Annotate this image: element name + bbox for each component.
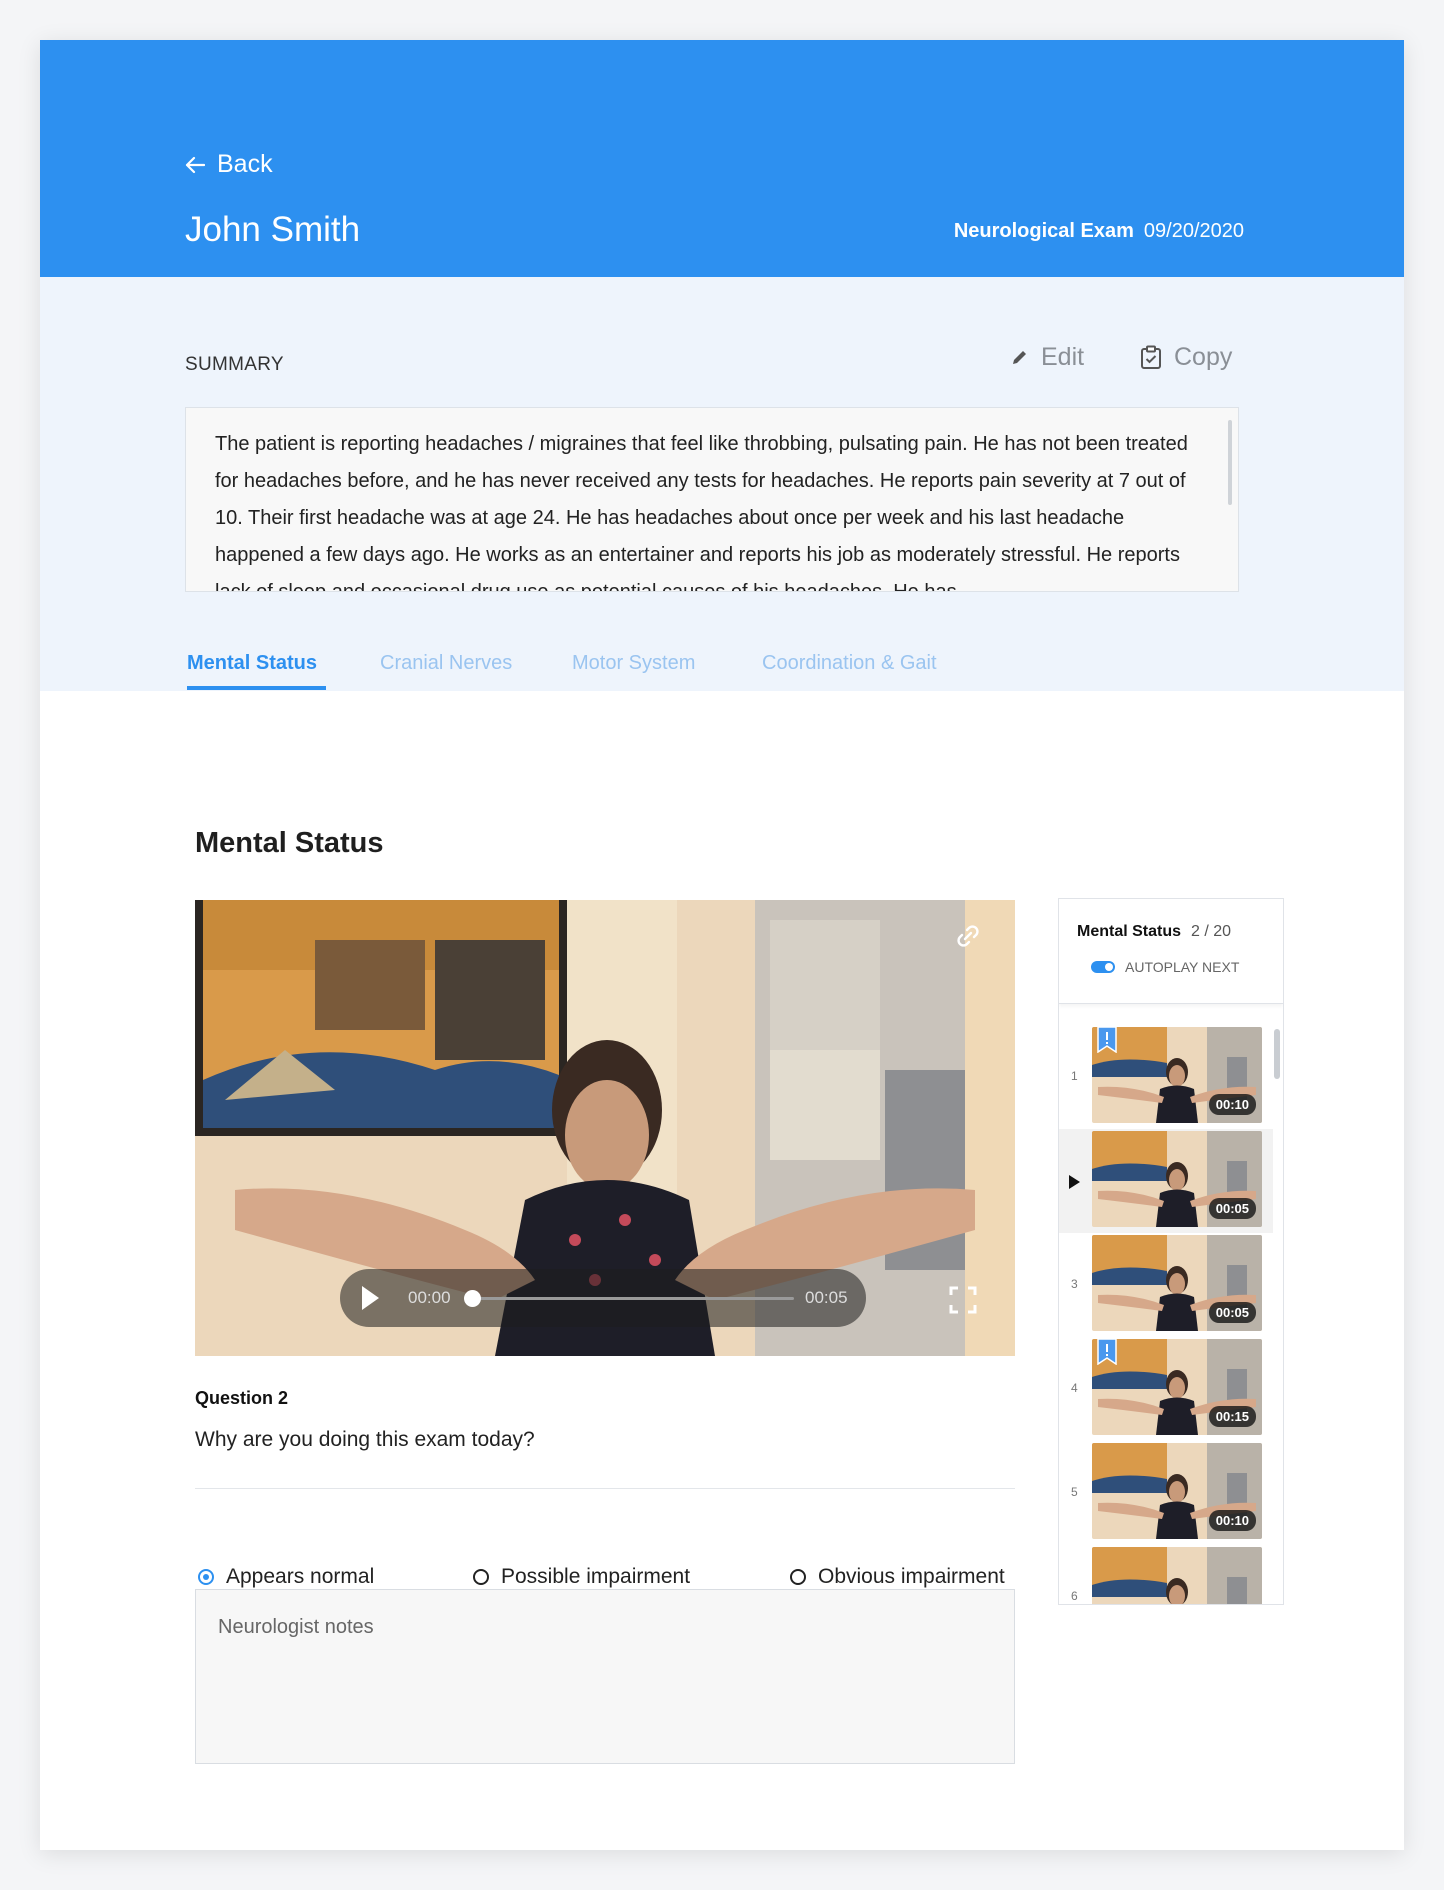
video-thumbnail: 00:05 xyxy=(1092,1235,1262,1331)
current-time: 00:00 xyxy=(408,1288,451,1307)
question-label: Question 2 xyxy=(195,1388,289,1408)
playlist-title: Mental Status 2 / 20 xyxy=(1077,923,1231,941)
radio-label: Obvious impairment xyxy=(818,1565,1005,1588)
radio-appears-normal[interactable]: Appears normal xyxy=(198,1565,374,1589)
total-time: 00:05 xyxy=(805,1288,848,1307)
exam-date: 09/20/2020 xyxy=(1143,220,1244,242)
now-playing-icon xyxy=(1069,1175,1080,1189)
playlist-scrollbar[interactable] xyxy=(1274,1029,1280,1079)
duration-badge: 00:10 xyxy=(1208,1094,1256,1115)
autoplay-label: AUTOPLAY NEXT xyxy=(1125,959,1240,975)
duration-badge: 00:15 xyxy=(1208,1406,1256,1427)
radio-label: Appears normal xyxy=(226,1565,375,1588)
autoplay-toggle[interactable]: AUTOPLAY NEXT xyxy=(1091,959,1239,975)
duration-badge: 00:05 xyxy=(1208,1198,1256,1219)
radio-unselected-icon xyxy=(790,1569,806,1585)
playlist-items: 1 00:10 00:05 3 00:05 4 00:15 5 00:10 6 xyxy=(1059,1025,1283,1604)
pencil-icon xyxy=(1013,351,1026,364)
tab-mental-status[interactable]: Mental Status xyxy=(187,652,317,675)
tab-cranial-nerves[interactable]: Cranial Nerves xyxy=(380,652,512,675)
playlist-item-number: 6 xyxy=(1071,1589,1078,1603)
video-thumbnail xyxy=(1092,1547,1262,1604)
seek-handle[interactable] xyxy=(464,1290,481,1307)
header-bar: Back John Smith Neurological Exam 09/20/2… xyxy=(40,40,1404,277)
playlist-item[interactable]: 5 00:10 xyxy=(1059,1441,1273,1545)
duration-badge: 00:10 xyxy=(1208,1510,1256,1531)
radio-possible-impairment[interactable]: Possible impairment xyxy=(473,1565,690,1589)
copy-label: Copy xyxy=(1174,343,1233,371)
summary-scrollbar[interactable] xyxy=(1228,420,1232,505)
duration-badge: 00:05 xyxy=(1208,1302,1256,1323)
playlist-item[interactable]: 1 00:10 xyxy=(1059,1025,1273,1129)
summary-box[interactable]: The patient is reporting headaches / mig… xyxy=(185,407,1239,592)
edit-label: Edit xyxy=(1041,343,1085,371)
radio-unselected-icon xyxy=(473,1569,489,1585)
playlist-item-number: 5 xyxy=(1071,1485,1078,1499)
patient-name: John Smith xyxy=(185,210,361,249)
video-thumbnail: 00:10 xyxy=(1092,1027,1262,1123)
link-icon[interactable] xyxy=(954,922,982,950)
playlist-item-number: 4 xyxy=(1071,1381,1078,1395)
back-link[interactable]: Back xyxy=(185,150,273,179)
arrow-left-icon xyxy=(185,156,205,173)
clipboard-icon xyxy=(1141,345,1161,369)
toggle-switch-icon xyxy=(1091,961,1115,973)
video-controls: 00:00 00:05 xyxy=(340,1269,866,1327)
question-text: Why are you doing this exam today? xyxy=(195,1428,535,1451)
playlist-section-name: Mental Status xyxy=(1077,923,1182,940)
play-icon[interactable] xyxy=(362,1286,379,1310)
edit-button[interactable]: Edit xyxy=(1010,343,1084,372)
bookmark-flag-icon xyxy=(1097,1339,1117,1366)
playlist-item-number: 3 xyxy=(1071,1277,1078,1291)
bookmark-flag-icon xyxy=(1097,1027,1117,1054)
neurologist-notes-input[interactable] xyxy=(195,1589,1015,1764)
summary-text: The patient is reporting headaches / mig… xyxy=(215,433,1188,592)
exam-card: Back John Smith Neurological Exam 09/20/2… xyxy=(40,40,1404,1850)
tab-motor-system[interactable]: Motor System xyxy=(572,652,695,675)
radio-label: Possible impairment xyxy=(501,1565,691,1588)
divider xyxy=(195,1488,1015,1489)
back-label: Back xyxy=(217,150,273,178)
video-thumbnail: 00:05 xyxy=(1092,1131,1262,1227)
radio-selected-icon xyxy=(198,1569,214,1585)
exam-info: Neurological Exam 09/20/2020 xyxy=(954,220,1244,243)
tab-coordination-gait[interactable]: Coordination & Gait xyxy=(762,652,937,675)
summary-label: SUMMARY xyxy=(185,354,284,375)
playlist-header: Mental Status 2 / 20 AUTOPLAY NEXT xyxy=(1059,899,1283,1004)
active-tab-indicator xyxy=(187,686,326,690)
video-thumbnail: 00:15 xyxy=(1092,1339,1262,1435)
video-player[interactable]: 00:00 00:05 xyxy=(195,900,1015,1356)
playlist-item[interactable]: 00:05 xyxy=(1059,1129,1273,1233)
section-title: Mental Status xyxy=(195,827,384,859)
radio-obvious-impairment[interactable]: Obvious impairment xyxy=(790,1565,1005,1589)
playlist-count: 2 / 20 xyxy=(1191,923,1232,940)
playlist-panel: Mental Status 2 / 20 AUTOPLAY NEXT 1 00:10… xyxy=(1058,898,1284,1605)
playlist-item[interactable]: 3 00:05 xyxy=(1059,1233,1273,1337)
video-thumbnail: 00:10 xyxy=(1092,1443,1262,1539)
playlist-item-number: 1 xyxy=(1071,1069,1078,1083)
seek-bar[interactable] xyxy=(470,1297,794,1300)
playlist-item[interactable]: 6 xyxy=(1059,1545,1273,1604)
copy-button[interactable]: Copy xyxy=(1140,343,1232,372)
fullscreen-icon[interactable] xyxy=(949,1286,977,1314)
playlist-item[interactable]: 4 00:15 xyxy=(1059,1337,1273,1441)
exam-type: Neurological Exam xyxy=(953,220,1134,242)
